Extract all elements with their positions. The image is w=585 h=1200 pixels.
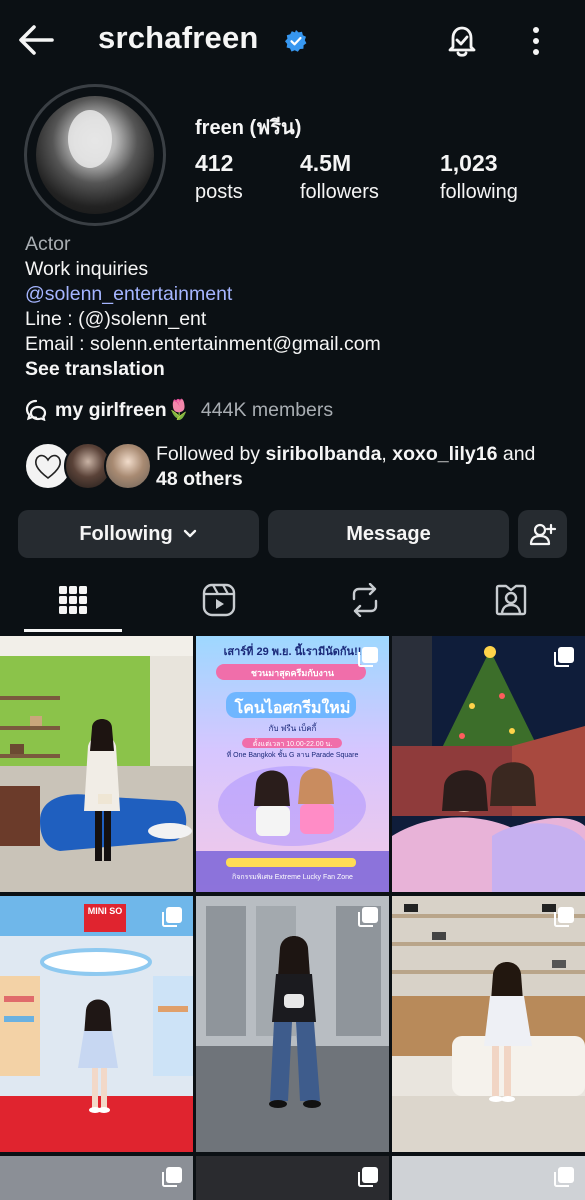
multi-post-icon [554,907,574,927]
post-image [0,896,193,1152]
top-bar: srchafreen [0,0,585,82]
post-image [392,636,585,892]
profile-username: srchafreen [98,20,259,55]
following-button[interactable]: Following [18,510,259,558]
post-image [196,896,389,1152]
chevron-down-icon [183,529,196,538]
multi-post-icon [554,647,574,667]
post-thumbnail[interactable] [392,636,585,892]
message-button-label: Message [346,522,431,545]
grid-icon [59,586,87,614]
following-button-label: Following [79,522,173,545]
followed-by-separator: , [381,443,387,465]
see-translation-link[interactable]: See translation [25,357,381,382]
profile-avatar-ring[interactable] [24,84,166,226]
tab-tagged[interactable] [462,570,560,630]
channel-name: my girlfreen🌷 [55,399,191,421]
more-options-icon[interactable] [522,24,550,58]
follower-avatar [104,442,152,490]
followed-by-and: and [502,443,536,465]
followed-by-others[interactable]: 48 others [156,468,243,490]
profile-bio: Actor Work inquiries @solenn_entertainme… [25,232,381,382]
post-thumbnail[interactable] [392,1156,585,1200]
poster-venue: ที่ One Bangkok ชั้น G ลาน Parade Square [226,752,359,759]
bio-mention-link[interactable]: @solenn_entertainment [25,282,381,307]
notification-bell-icon[interactable] [444,21,480,59]
follower-username[interactable]: siribolbanda [265,443,381,465]
posts-stat[interactable]: 412 posts [195,150,243,204]
bio-line-work: Work inquiries [25,258,149,280]
store-sign: MINI SO [87,906,123,916]
tab-reposts[interactable] [316,570,414,630]
reels-icon [202,583,236,617]
broadcast-channel[interactable]: my girlfreen🌷 444K members [25,398,333,422]
poster-subhead: ชวนมาสุดครีมกับงาน [250,668,335,678]
multi-post-icon [358,907,378,927]
tab-posts-grid[interactable] [24,570,122,630]
followed-by-text: Followed by siribolbanda, xoxo_lily16 an… [156,442,535,492]
following-count: 1,023 [440,150,498,176]
poster-title: โคนไอศกรีมใหม่ [234,700,351,717]
poster-footer: กิจกรรมพิเศษ Extreme Lucky Fan Zone [232,874,353,881]
post-thumbnail[interactable]: เสาร์ที่ 29 พ.ย. นี้เรามีนัดกัน!! ชวนมาส… [196,636,389,892]
followers-stat[interactable]: 4.5M followers [300,150,379,204]
followed-by[interactable]: Followed by siribolbanda, xoxo_lily16 an… [24,442,564,492]
post-image [0,636,193,892]
following-label: following [440,181,518,203]
bio-line-contact: Line : (@)solenn_ent [25,308,207,330]
active-tab-indicator [24,629,122,632]
posts-count: 412 [195,150,234,176]
display-name: freen (ฟรีน) [195,117,302,139]
back-arrow-icon[interactable] [16,22,56,58]
followers-count: 4.5M [300,150,352,176]
channel-icon [25,399,47,421]
reposts-icon [352,583,378,617]
poster-time: ตั้งแต่เวลา 10.00-22.00 น. [252,741,333,748]
profile-tabs [0,570,585,632]
multi-post-icon [554,1167,574,1187]
post-thumbnail[interactable] [0,636,193,892]
follower-username[interactable]: xoxo_lily16 [392,443,497,465]
bio-category: Actor [25,233,71,255]
post-thumbnail[interactable] [0,1156,193,1200]
multi-post-icon [358,647,378,667]
post-image [392,896,585,1152]
multi-post-icon [162,1167,182,1187]
add-person-icon [529,523,556,546]
message-button[interactable]: Message [268,510,509,558]
followers-label: followers [300,181,379,203]
posts-label: posts [195,181,243,203]
verified-badge-icon [285,30,307,52]
tagged-icon [495,584,527,616]
profile-avatar [36,96,154,214]
post-thumbnail[interactable] [392,896,585,1152]
post-thumbnail[interactable] [196,1156,389,1200]
followed-by-prefix: Followed by [156,443,261,465]
post-thumbnail[interactable]: MINI SO [0,896,193,1152]
tab-reels[interactable] [170,570,268,630]
channel-members: 444K members [200,398,334,421]
following-stat[interactable]: 1,023 following [440,150,518,204]
post-thumbnail[interactable] [196,896,389,1152]
bio-line-email: Email : solenn.entertainment@gmail.com [25,333,381,355]
suggest-people-button[interactable] [518,510,567,558]
multi-post-icon [162,907,182,927]
poster-names: กับ ฟรีน เบ็คกี้ [268,724,317,733]
multi-post-icon [358,1167,378,1187]
